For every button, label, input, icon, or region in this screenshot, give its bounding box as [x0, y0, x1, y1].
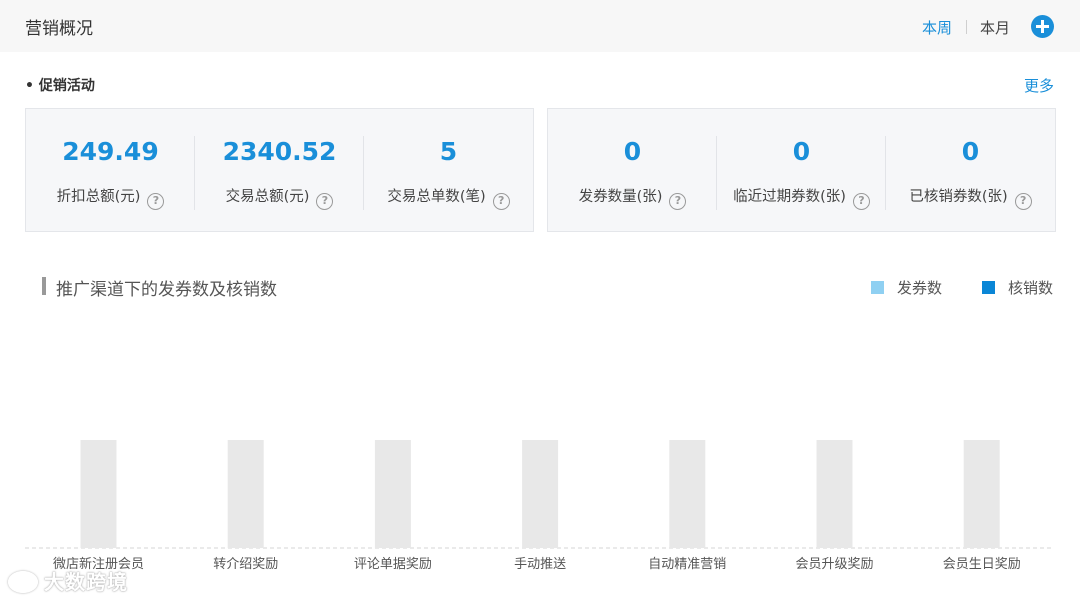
panel-header: 营销概况 本周 本月 [0, 0, 1080, 52]
more-link[interactable]: 更多 [1024, 75, 1054, 96]
help-icon[interactable]: ? [492, 193, 510, 210]
bar-placeholder[interactable] [816, 440, 853, 548]
stat-value: 5 [439, 137, 458, 166]
help-icon[interactable]: ? [1014, 193, 1032, 210]
plus-circle-icon[interactable] [1031, 15, 1054, 38]
watermark: 大数跨境 [8, 566, 128, 595]
coupon-stats-group: 0 发券数量(张)? 0 临近过期券数(张)? 0 已核销券数(张)? [547, 108, 1056, 232]
help-icon[interactable]: ? [669, 193, 687, 210]
promotion-stats-group: 249.49 折扣总额(元)? 2340.52 交易总额(元)? 5 交易总单数… [25, 108, 534, 232]
bar-placeholder[interactable] [374, 440, 411, 548]
period-divider [966, 20, 967, 34]
stat-value: 0 [623, 137, 642, 166]
legend-item-issued[interactable]: 发券数 [871, 277, 942, 298]
x-tick-label: 会员升级奖励 [795, 557, 873, 572]
stat-label: 发券数量(张)? [548, 185, 717, 210]
chart-title-marker [42, 277, 46, 295]
stat-value: 2340.52 [222, 137, 337, 166]
stat-coupons-expiring: 0 临近过期券数(张)? [717, 109, 886, 231]
stat-label-text: 交易总单数(笔) [387, 189, 486, 205]
stat-value: 249.49 [62, 137, 159, 166]
x-tick-label: 手动推送 [514, 557, 566, 572]
x-tick-label: 会员生日奖励 [943, 557, 1021, 572]
promotion-section-title: • 促销活动 [25, 78, 95, 94]
stat-value: 0 [961, 137, 980, 166]
stat-discount-total: 249.49 折扣总额(元)? [26, 109, 195, 231]
stat-label: 折扣总额(元)? [26, 185, 195, 210]
legend-swatch-redeemed [982, 281, 995, 294]
panel-title: 营销概况 [25, 19, 93, 39]
legend-swatch-issued [871, 281, 884, 294]
stat-label-text: 折扣总额(元) [56, 189, 141, 205]
stat-label: 已核销券数(张)? [886, 185, 1055, 210]
stat-order-count: 5 交易总单数(笔)? [364, 109, 533, 231]
bar-placeholder[interactable] [522, 440, 559, 548]
stat-transaction-total: 2340.52 交易总额(元)? [195, 109, 364, 231]
stat-label-text: 交易总额(元) [225, 189, 310, 205]
legend-label-issued: 发券数 [897, 279, 943, 297]
bar-placeholder[interactable] [80, 440, 117, 548]
period-tab-month[interactable]: 本月 [980, 17, 1010, 38]
bar-placeholder[interactable] [963, 440, 1000, 548]
x-tick-label: 自动精准营销 [648, 557, 726, 572]
chart-title: 推广渠道下的发券数及核销数 [56, 280, 277, 300]
coupon-channel-chart: 微店新注册会员 转介绍奖励 评论单据奖励 手动推送 自动精准营销 会员升级奖励 会员生日奖励 [25, 440, 1052, 572]
stat-label-text: 发券数量(张) [578, 189, 663, 205]
help-icon[interactable]: ? [316, 193, 334, 210]
legend-item-redeemed[interactable]: 核销数 [982, 277, 1053, 298]
x-tick-label: 转介绍奖励 [213, 557, 278, 572]
bar-placeholder[interactable] [227, 440, 264, 548]
stat-label: 交易总额(元)? [195, 185, 364, 210]
stat-label-text: 已核销券数(张) [909, 189, 1008, 205]
stat-label: 临近过期券数(张)? [717, 185, 886, 210]
stat-value: 0 [792, 137, 811, 166]
watermark-text: 大数跨境 [44, 570, 128, 594]
legend-label-redeemed: 核销数 [1008, 279, 1054, 297]
watermark-logo-icon [8, 571, 38, 593]
help-icon[interactable]: ? [852, 193, 870, 210]
stat-coupons-redeemed: 0 已核销券数(张)? [886, 109, 1055, 231]
x-tick-label: 评论单据奖励 [354, 557, 432, 572]
stat-label-text: 临近过期券数(张) [733, 189, 846, 205]
bar-placeholder[interactable] [669, 440, 706, 548]
stat-label: 交易总单数(笔)? [364, 185, 533, 210]
period-tab-week[interactable]: 本周 [922, 17, 952, 38]
stat-coupons-issued: 0 发券数量(张)? [548, 109, 717, 231]
help-icon[interactable]: ? [147, 193, 165, 210]
